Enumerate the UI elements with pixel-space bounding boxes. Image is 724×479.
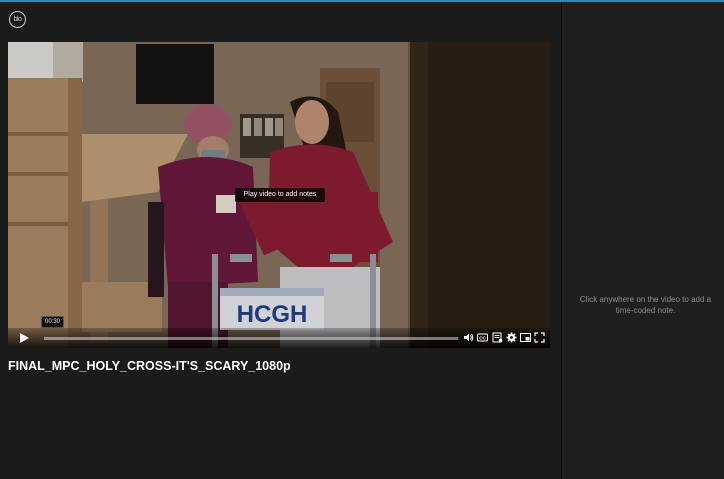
video-player[interactable]: HCGH Play video to add notes 00:30 CC <box>8 42 550 348</box>
volume-icon[interactable] <box>463 332 474 343</box>
app-logo[interactable]: blo <box>9 11 26 28</box>
video-controls-bar: 00:30 CC <box>8 316 550 348</box>
time-tooltip: 00:30 <box>41 316 65 328</box>
notes-sidebar[interactable]: Click anywhere on the video to add a tim… <box>561 2 724 479</box>
picture-in-picture-icon[interactable] <box>520 332 531 343</box>
add-note-hint: Click anywhere on the video to add a tim… <box>579 295 712 315</box>
fullscreen-icon[interactable] <box>534 332 545 343</box>
progress-bar[interactable] <box>44 337 458 340</box>
settings-icon[interactable] <box>506 332 517 343</box>
play-icon[interactable] <box>18 332 30 344</box>
play-to-add-notes-hint: Play video to add notes <box>235 188 325 202</box>
main-panel: blo Play video to add notes 00:30 CC FIN… <box>0 2 561 479</box>
captions-icon[interactable]: CC <box>477 332 488 343</box>
svg-text:CC: CC <box>479 335 486 340</box>
transcript-icon[interactable] <box>492 332 503 343</box>
video-title: FINAL_MPC_HOLY_CROSS-IT'S_SCARY_1080p <box>8 359 291 373</box>
